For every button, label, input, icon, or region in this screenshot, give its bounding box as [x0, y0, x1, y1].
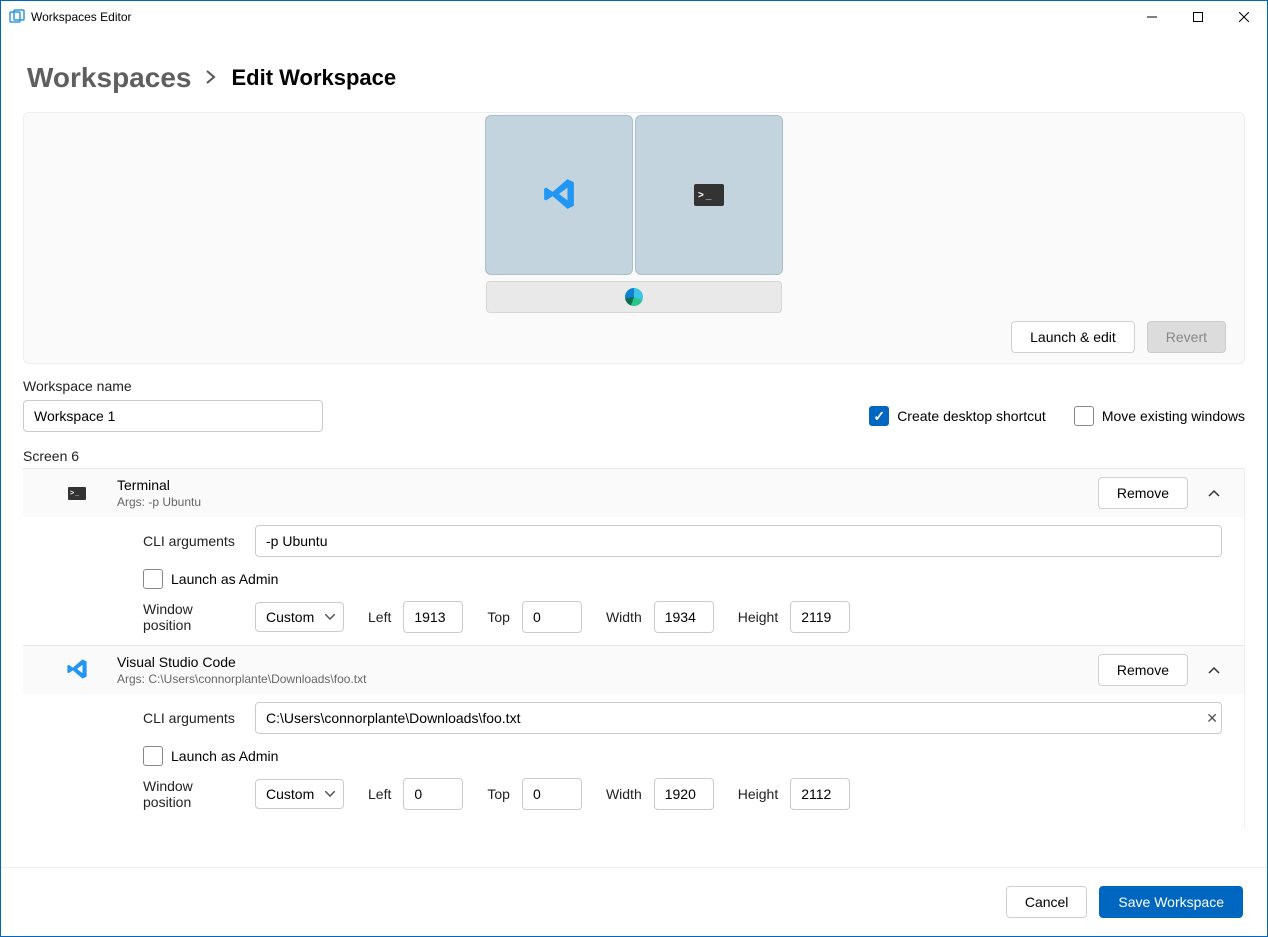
top-input[interactable] — [522, 778, 582, 810]
launch-admin-label: Launch as Admin — [171, 748, 278, 764]
breadcrumb-root[interactable]: Workspaces — [27, 62, 191, 94]
screen-label: Screen 6 — [1, 444, 1267, 468]
app-list[interactable]: Terminal Args: -p Ubuntu Remove CLI argu… — [23, 468, 1245, 828]
minimized-apps-label: Minimized apps — [23, 822, 1244, 828]
left-input[interactable] — [403, 778, 463, 810]
checkbox-icon — [143, 746, 163, 766]
vscode-icon — [542, 177, 576, 214]
preview-tile-terminal[interactable] — [635, 115, 783, 275]
app-title: Terminal — [117, 477, 1098, 493]
height-label: Height — [738, 609, 778, 625]
top-input[interactable] — [522, 601, 582, 633]
preview-tile-vscode[interactable] — [485, 115, 633, 275]
launch-edit-button[interactable]: Launch & edit — [1011, 321, 1135, 353]
terminal-icon — [68, 487, 86, 500]
cli-args-input[interactable] — [255, 525, 1222, 557]
app-title: Visual Studio Code — [117, 654, 1098, 670]
width-label: Width — [606, 786, 642, 802]
move-windows-checkbox[interactable]: Move existing windows — [1074, 406, 1245, 426]
cancel-button[interactable]: Cancel — [1006, 886, 1088, 918]
app-item-vscode: Visual Studio Code Args: C:\Users\connor… — [23, 645, 1244, 822]
terminal-icon — [694, 184, 724, 206]
top-label: Top — [487, 786, 510, 802]
checkbox-icon — [143, 569, 163, 589]
top-label: Top — [487, 609, 510, 625]
app-details: CLI arguments ✕ Launch as Admin Window p… — [23, 694, 1244, 822]
launch-admin-checkbox[interactable]: Launch as Admin — [143, 746, 278, 766]
layout-preview-card: Launch & edit Revert — [23, 112, 1245, 364]
app-details: CLI arguments Launch as Admin Window pos… — [23, 517, 1244, 645]
checkbox-icon — [869, 406, 889, 426]
chevron-up-icon[interactable] — [1206, 662, 1222, 678]
height-input[interactable] — [790, 601, 850, 633]
create-shortcut-checkbox[interactable]: Create desktop shortcut — [869, 406, 1046, 426]
window-position-label: Window position — [143, 601, 243, 633]
revert-button: Revert — [1147, 321, 1226, 353]
width-input[interactable] — [654, 778, 714, 810]
app-item-terminal: Terminal Args: -p Ubuntu Remove CLI argu… — [23, 468, 1244, 645]
left-input[interactable] — [403, 601, 463, 633]
chevron-up-icon[interactable] — [1206, 485, 1222, 501]
height-label: Height — [738, 786, 778, 802]
left-label: Left — [368, 609, 391, 625]
app-args-summary: Args: -p Ubuntu — [117, 495, 1098, 509]
create-shortcut-label: Create desktop shortcut — [897, 408, 1046, 424]
footer: Cancel Save Workspace — [1, 867, 1267, 936]
cli-args-label: CLI arguments — [143, 533, 243, 549]
checkbox-icon — [1074, 406, 1094, 426]
window-controls — [1129, 1, 1267, 33]
app-header[interactable]: Terminal Args: -p Ubuntu Remove — [23, 469, 1244, 517]
height-input[interactable] — [790, 778, 850, 810]
minimize-button[interactable] — [1129, 1, 1175, 33]
remove-button[interactable]: Remove — [1098, 477, 1188, 509]
workspace-name-input[interactable] — [23, 400, 323, 432]
launch-admin-checkbox[interactable]: Launch as Admin — [143, 569, 278, 589]
maximize-button[interactable] — [1175, 1, 1221, 33]
cli-args-input[interactable] — [255, 702, 1222, 734]
edge-icon — [625, 288, 643, 306]
position-mode-select[interactable]: Custom — [255, 779, 344, 809]
workspace-name-label: Workspace name — [1, 378, 1267, 398]
left-label: Left — [368, 786, 391, 802]
app-args-summary: Args: C:\Users\connorplante\Downloads\fo… — [117, 672, 1098, 686]
titlebar: Workspaces Editor — [1, 0, 1267, 32]
close-button[interactable] — [1221, 1, 1267, 33]
chevron-right-icon — [205, 68, 217, 89]
preview-tile-edge[interactable] — [486, 281, 782, 313]
cli-args-label: CLI arguments — [143, 710, 243, 726]
window-position-label: Window position — [143, 778, 243, 810]
breadcrumb-current: Edit Workspace — [231, 65, 396, 91]
vscode-icon — [66, 658, 88, 683]
app-header[interactable]: Visual Studio Code Args: C:\Users\connor… — [23, 646, 1244, 694]
breadcrumb: Workspaces Edit Workspace — [1, 32, 1267, 112]
save-workspace-button[interactable]: Save Workspace — [1099, 886, 1243, 918]
clear-input-icon[interactable]: ✕ — [1206, 710, 1218, 727]
app-icon — [9, 9, 25, 25]
width-label: Width — [606, 609, 642, 625]
width-input[interactable] — [654, 601, 714, 633]
window-title: Workspaces Editor — [31, 10, 131, 24]
launch-admin-label: Launch as Admin — [171, 571, 278, 587]
position-mode-select[interactable]: Custom — [255, 602, 344, 632]
remove-button[interactable]: Remove — [1098, 654, 1188, 686]
move-windows-label: Move existing windows — [1102, 408, 1245, 424]
